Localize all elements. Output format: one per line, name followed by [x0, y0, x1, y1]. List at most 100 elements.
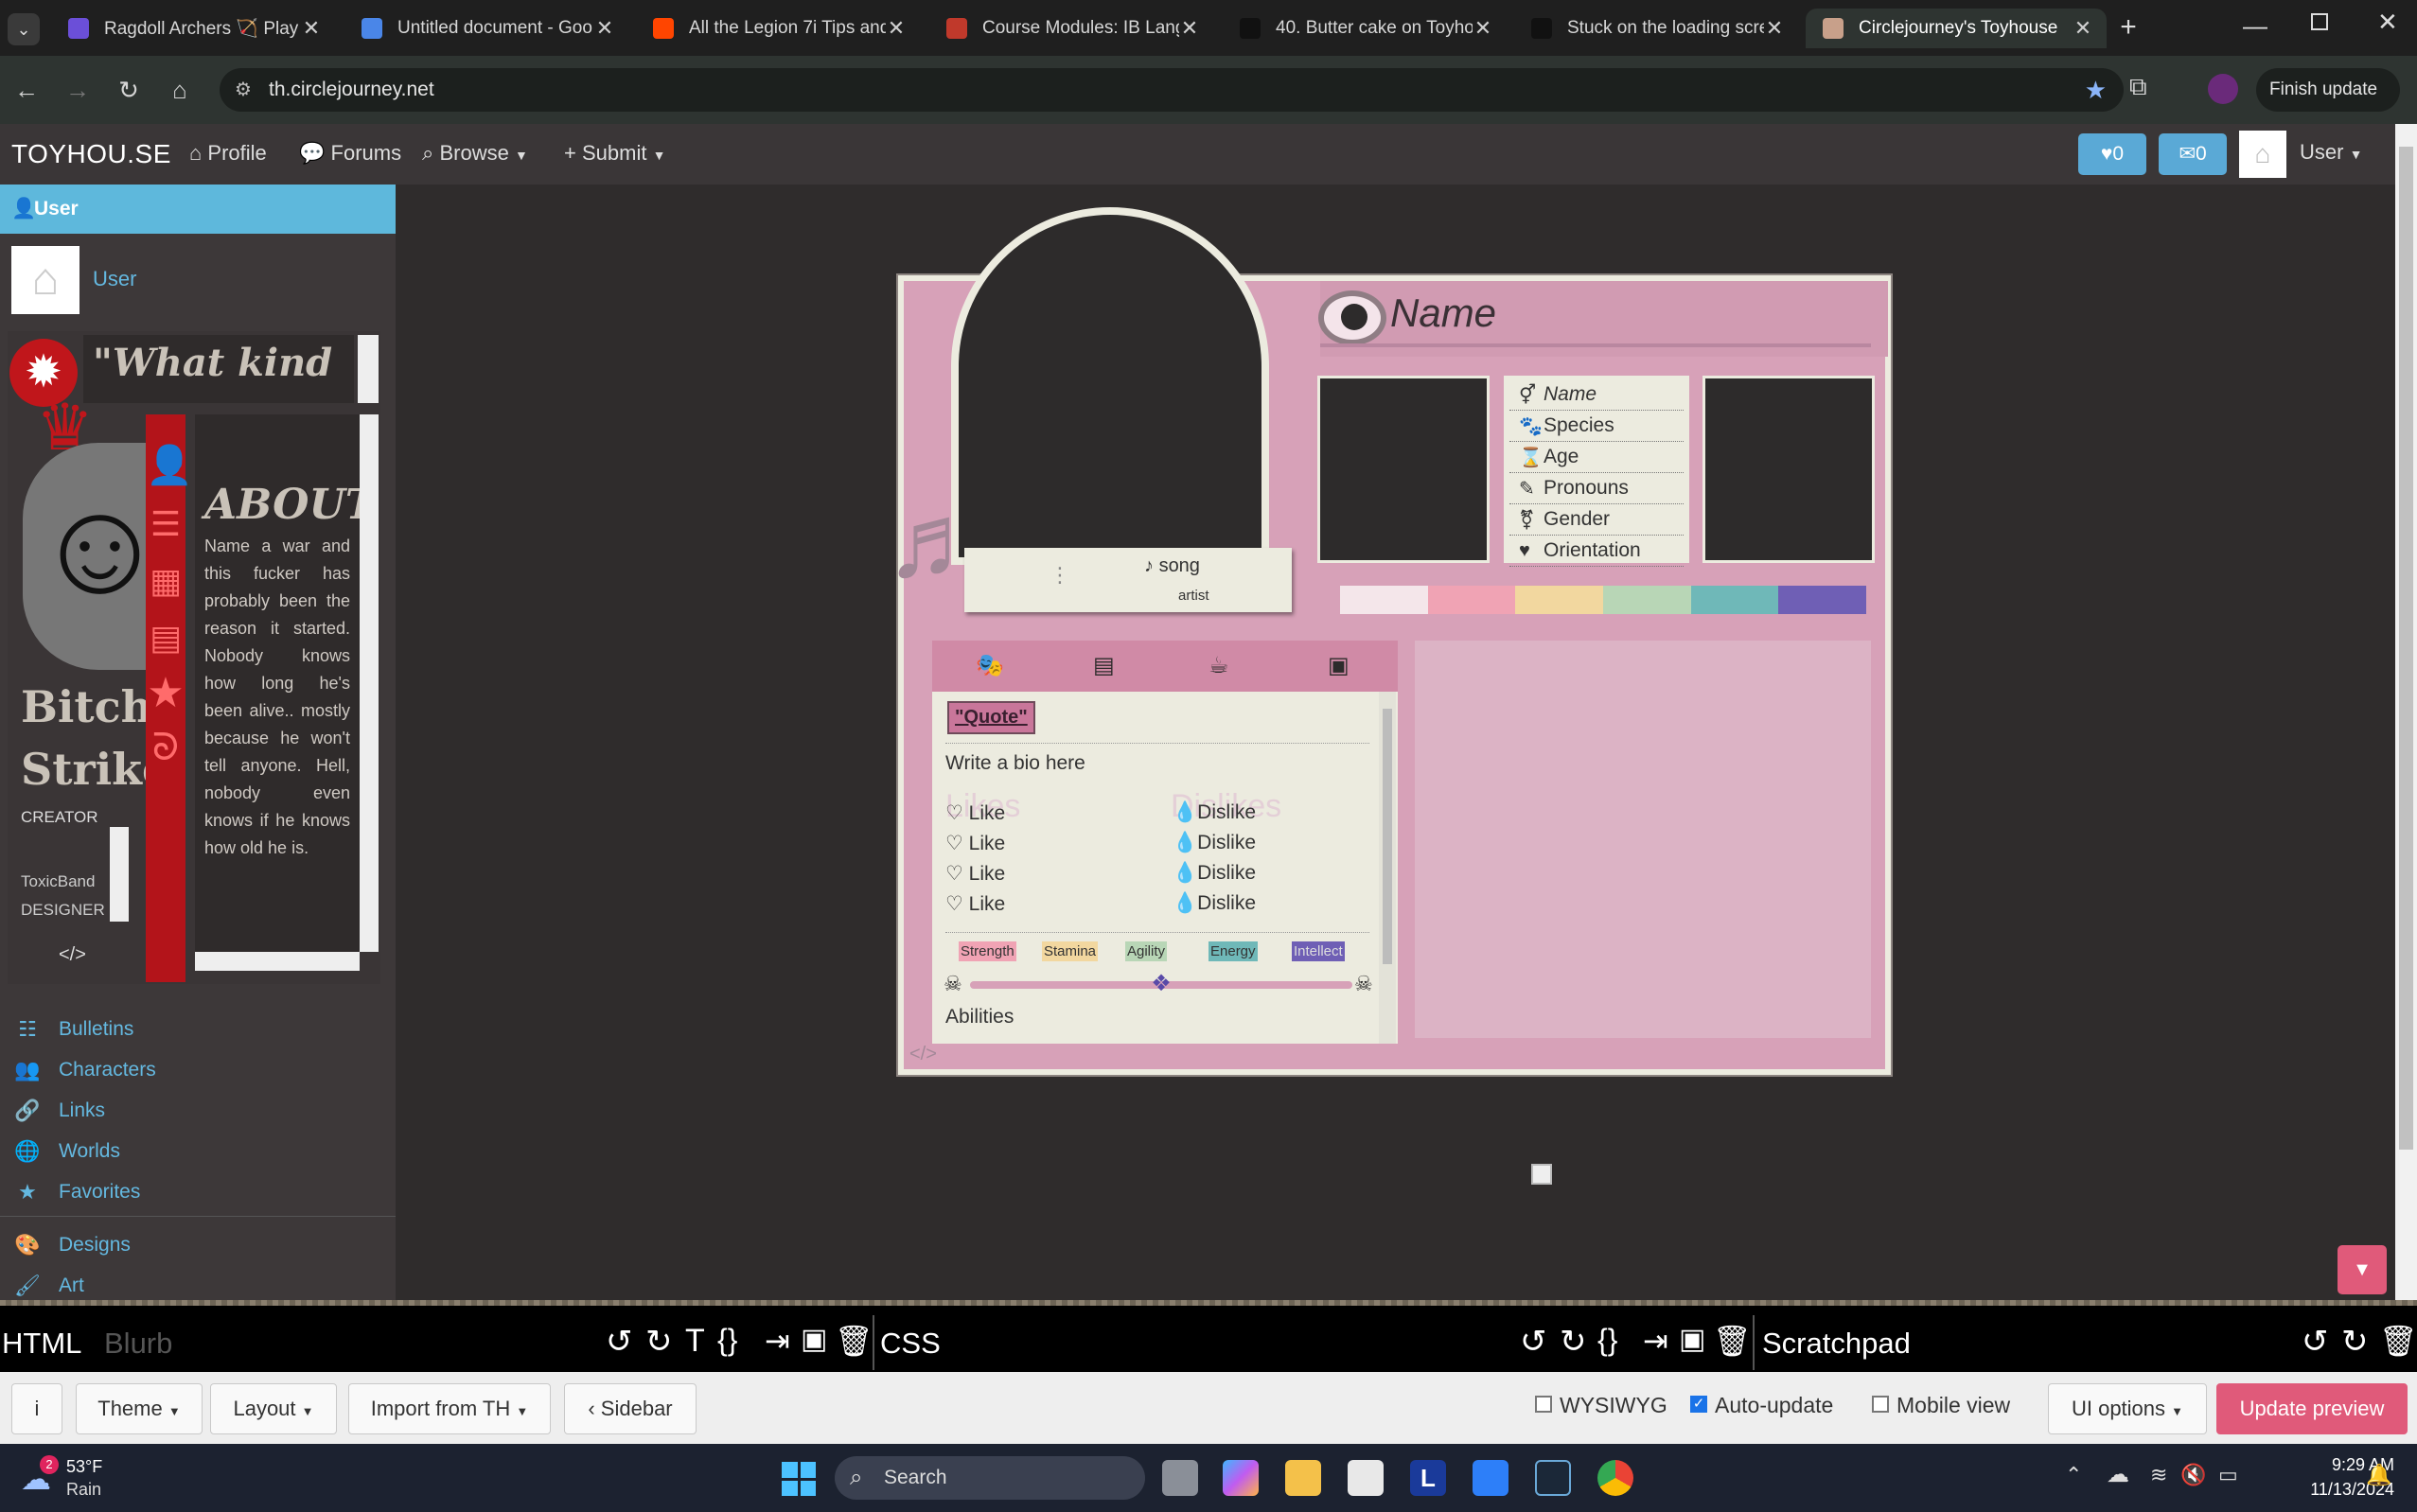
stat-label[interactable]: Agility [1125, 941, 1168, 961]
favorites-count-button[interactable]: ♥0 [2078, 133, 2146, 175]
page-scrollbar[interactable] [2395, 124, 2417, 1306]
sidebar-item-characters[interactable]: 👥 Characters [0, 1051, 396, 1089]
css-trash-icon[interactable]: 🗑 [1713, 1323, 1752, 1359]
id-tab-icon[interactable]: ▣ [1328, 652, 1350, 679]
nav-browse[interactable]: ⌕ Browse ▼ [422, 141, 528, 166]
book-tab-icon[interactable]: ▤ [1093, 652, 1115, 679]
page-scrollbar-thumb[interactable] [2399, 147, 2413, 1150]
mug-tab-icon[interactable]: ☕ [1208, 652, 1229, 679]
about-hscrollbar[interactable] [195, 952, 360, 971]
nav-forums[interactable]: 💬 Forums [299, 141, 401, 166]
book-tab-icon[interactable]: ▤ [146, 618, 185, 658]
wifi-icon[interactable]: ≋ [2150, 1463, 2167, 1487]
info-button[interactable]: i [11, 1383, 62, 1434]
theme-dropdown[interactable]: Theme ▼ [76, 1383, 203, 1434]
bookmark-star-icon[interactable]: ★ [2085, 68, 2107, 112]
forward-icon[interactable]: → [61, 73, 95, 107]
stat-slider[interactable]: ❖ [970, 972, 1352, 996]
close-tab-icon[interactable]: ✕ [301, 16, 322, 41]
html-undo-icon[interactable]: ↺ [606, 1323, 633, 1361]
browser-tab-4[interactable]: 40. Butter cake on Toyhou ✕ [1223, 9, 1507, 48]
nav-profile[interactable]: ⌂ Profile [189, 141, 267, 166]
stat-label[interactable]: Intellect [1292, 941, 1345, 961]
gallery-image-right[interactable] [1702, 376, 1875, 563]
close-tab-icon[interactable]: ✕ [1473, 16, 1493, 41]
credit-scrollbar[interactable] [110, 827, 129, 922]
task-view-icon[interactable] [1162, 1460, 1198, 1496]
browser-tab-1[interactable]: Untitled document - Goo ✕ [344, 9, 628, 48]
sidebar-toggle-button[interactable]: ‹ Sidebar [564, 1383, 697, 1434]
l-app-icon[interactable]: L [1410, 1460, 1446, 1496]
brand-logo[interactable]: TOYHOU.SE [11, 139, 171, 169]
scroll-down-button[interactable]: ▼ [2338, 1245, 2387, 1294]
css-tab[interactable]: CSS [880, 1327, 941, 1361]
notification-bell-icon[interactable]: 🔔 [2366, 1463, 2391, 1487]
draw-app-icon[interactable] [1473, 1460, 1508, 1496]
sidebar-item-worlds[interactable]: 🌐 Worlds [0, 1133, 396, 1170]
volume-muted-icon[interactable]: 🔇 [2180, 1463, 2206, 1487]
scratch-trash-icon[interactable]: 🗑 [2379, 1323, 2417, 1359]
site-info-icon[interactable]: ⚙ [235, 68, 252, 112]
sidebar-username[interactable]: User [93, 267, 136, 291]
steam-icon[interactable] [1535, 1460, 1571, 1496]
gamepad-tab-icon[interactable]: ▦ [146, 561, 185, 601]
profile-avatar[interactable] [2208, 74, 2238, 104]
html-braces-icon[interactable]: {} [717, 1323, 737, 1358]
close-tab-icon[interactable]: ✕ [1764, 16, 1785, 41]
browser-tab-6[interactable]: Circlejourney's Toyhouse ✕ [1806, 9, 2107, 48]
sidebar-item-bulletins[interactable]: ☷ Bulletins [0, 1011, 396, 1048]
start-button-icon[interactable] [782, 1462, 816, 1496]
css-redo-icon[interactable]: ↻ [1560, 1323, 1587, 1361]
browser-tab-3[interactable]: Course Modules: IB Langu ✕ [929, 9, 1213, 48]
autoupdate-checkbox[interactable]: ✓ [1690, 1396, 1707, 1413]
back-icon[interactable]: ← [9, 73, 44, 107]
battery-icon[interactable]: ▭ [2218, 1463, 2238, 1487]
html-tab[interactable]: HTML [2, 1327, 81, 1361]
taskbar-search[interactable]: ⌕ Search [835, 1456, 1145, 1500]
sidebar-item-favorites[interactable]: ★ Favorites [0, 1173, 396, 1211]
user-avatar[interactable]: ⌂ [2239, 131, 2286, 178]
chrome-icon[interactable] [1597, 1460, 1633, 1496]
user-tab-icon[interactable]: 👤 [146, 443, 193, 487]
onedrive-icon[interactable]: ☁ [2107, 1461, 2129, 1488]
wysiwyg-checkbox[interactable] [1535, 1396, 1552, 1413]
stat-label[interactable]: Strength [959, 941, 1016, 961]
sidebar-item-designs[interactable]: 🎨 Designs [0, 1226, 396, 1264]
html-save-icon[interactable]: ▣ [801, 1323, 827, 1356]
mobile-view-checkbox[interactable] [1872, 1396, 1889, 1413]
copilot-icon[interactable] [1223, 1460, 1259, 1496]
swirl-tab-icon[interactable]: ᘐ [146, 727, 185, 769]
css-export-icon[interactable]: ⇥ [1643, 1323, 1668, 1359]
html-trash-icon[interactable]: 🗑 [835, 1323, 873, 1359]
player-handle-icon[interactable]: ⋮ [1050, 563, 1070, 588]
close-tab-icon[interactable]: ✕ [886, 16, 907, 41]
portrait-frame[interactable] [951, 207, 1269, 565]
css-braces-icon[interactable]: {} [1597, 1323, 1617, 1358]
preview-title-scrollbar[interactable] [358, 335, 379, 403]
import-dropdown[interactable]: Import from TH ▼ [348, 1383, 551, 1434]
browser-tab-2[interactable]: All the Legion 7i Tips and ✕ [636, 9, 920, 48]
browser-tab-5[interactable]: Stuck on the loading scre ✕ [1514, 9, 1798, 48]
about-scrollbar[interactable] [360, 414, 379, 952]
gallery-image-left[interactable] [1317, 376, 1490, 563]
new-tab-button[interactable]: + [2116, 11, 2141, 44]
restore-icon[interactable] [2311, 13, 2328, 30]
close-tab-icon[interactable]: ✕ [2073, 16, 2093, 41]
minimize-icon[interactable]: — [2243, 11, 2267, 41]
close-tab-icon[interactable]: ✕ [594, 16, 615, 41]
scratch-undo-icon[interactable]: ↺ [2302, 1323, 2329, 1361]
star-tab-icon[interactable]: ★ [146, 669, 185, 717]
tab-search-button[interactable]: ⌄ [8, 13, 40, 45]
close-window-icon[interactable]: ✕ [2377, 8, 2398, 37]
css-undo-icon[interactable]: ↺ [1520, 1323, 1547, 1361]
user-menu[interactable]: User ▼ [2300, 140, 2362, 165]
scratch-redo-icon[interactable]: ↻ [2341, 1323, 2369, 1361]
update-preview-button[interactable]: Update preview [2216, 1383, 2408, 1434]
html-text-icon[interactable]: T [685, 1323, 705, 1360]
bio-scrollbar[interactable] [1379, 692, 1396, 1044]
weather-widget[interactable]: ☁ 2 53°F Rain [21, 1455, 144, 1503]
file-explorer-icon[interactable] [1285, 1460, 1321, 1496]
layout-dropdown[interactable]: Layout ▼ [210, 1383, 337, 1434]
close-tab-icon[interactable]: ✕ [1179, 16, 1200, 41]
ui-options-dropdown[interactable]: UI options ▼ [2048, 1383, 2207, 1434]
